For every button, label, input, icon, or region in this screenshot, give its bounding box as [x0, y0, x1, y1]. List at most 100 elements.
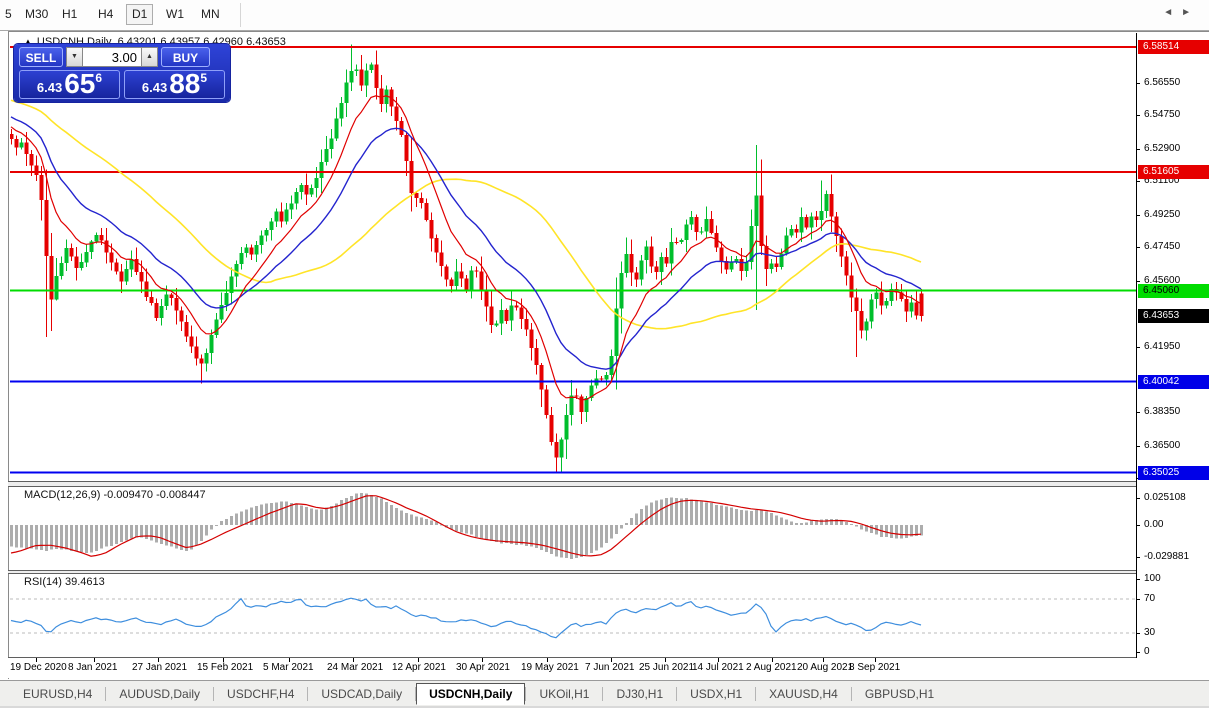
chart-tab-usdx[interactable]: USDX,H1 [677, 683, 755, 705]
rsi-axis-label: 100 [1144, 573, 1161, 584]
date-tick [772, 658, 773, 662]
rsi-axis-label: 70 [1144, 593, 1156, 604]
date-tick [823, 658, 824, 662]
tab-scroll-nav: ◄► [1163, 7, 1199, 18]
price-tick-label: 6.36500 [1144, 439, 1181, 451]
axis-tick [1137, 280, 1140, 282]
timeframe-button-h4[interactable]: H4 [93, 5, 118, 24]
date-tick [482, 658, 483, 662]
price-level-badge: 6.40042 [1138, 374, 1209, 389]
macd-panel[interactable]: MACD(12,26,9) -0.009470 -0.008447 [10, 487, 1136, 570]
timeframe-button-h1[interactable]: H1 [57, 5, 82, 24]
tab-scroll-left-icon[interactable]: ◄ [1163, 7, 1181, 18]
chart-tab-usdcnh[interactable]: USDCNH,Daily [416, 683, 526, 705]
sell-price-sup: 6 [95, 71, 103, 85]
sell-price-main: 65 [64, 68, 96, 99]
price-tick-label: 6.41950 [1144, 341, 1181, 353]
timeframe-button-m30[interactable]: M30 [20, 5, 53, 24]
date-tick [289, 658, 290, 662]
date-tick [223, 658, 224, 662]
axis-tick [1137, 445, 1140, 447]
date-tick [158, 658, 159, 662]
one-click-trade-panel: SELL ▼ ▲ BUY 6.43 65 6 6.43 88 5 [14, 44, 230, 102]
price-tick-label: 6.47450 [1144, 241, 1181, 253]
date-tick-label: 30 Apr 2021 [456, 662, 510, 673]
macd-label: MACD(12,26,9) -0.009470 -0.008447 [24, 489, 206, 501]
buy-button[interactable]: BUY [161, 47, 210, 67]
date-tick-label: 20 Aug 2021 [797, 662, 854, 673]
volume-decrease-button[interactable]: ▼ [66, 47, 83, 67]
sell-price-prefix: 6.43 [36, 80, 63, 95]
main-chart-canvas[interactable]: ▲ USDCNH,Daily 6.43201 6.43957 6.42960 6.… [10, 33, 1136, 481]
date-tick [94, 658, 95, 662]
price-level-badge: 6.45060 [1138, 283, 1209, 298]
date-tick-label: 2 Aug 2021 [746, 662, 797, 673]
axis-tick [1137, 412, 1140, 414]
macd-axis-label: 0.025108 [1144, 491, 1186, 503]
timeframe-button-d1[interactable]: D1 [126, 4, 154, 25]
axis-tick [1137, 599, 1140, 600]
date-tick-label: 8 Sep 2021 [849, 662, 901, 673]
date-tick [718, 658, 719, 662]
timeframe-button-5[interactable]: 5 [0, 5, 17, 24]
price-level-badge: 6.58514 [1138, 40, 1209, 54]
price-axis[interactable]: 6.56550 6.54750 6.52900 6.51100 6.49250 6.474… [1136, 33, 1209, 658]
chart-tab-xauusd[interactable]: XAUUSD,H4 [756, 683, 851, 705]
date-tick [875, 658, 876, 662]
chart-tab-gbpusd[interactable]: GBPUSD,H1 [852, 683, 947, 705]
date-tick [547, 658, 548, 662]
chart-tab-ukoil[interactable]: UKOil,H1 [526, 683, 602, 705]
chart-tab-usdchf[interactable]: USDCHF,H4 [214, 683, 307, 705]
symbol-tabbar: EURUSD,H4 AUDUSD,Daily USDCHF,H4 USDCAD,Dai… [0, 680, 1209, 707]
rsi-label: RSI(14) 39.4613 [24, 576, 105, 588]
axis-tick [1137, 497, 1140, 499]
price-tick-label: 6.54750 [1144, 109, 1181, 121]
axis-tick [1137, 525, 1140, 526]
chart-tab-eurusd[interactable]: EURUSD,H4 [10, 683, 105, 705]
date-tick [665, 658, 666, 662]
price-level-badge: 6.51605 [1138, 165, 1209, 180]
timeframe-button-mn[interactable]: MN [196, 5, 225, 24]
axis-tick [1137, 181, 1140, 183]
price-tick-label: 6.38350 [1144, 406, 1181, 418]
date-tick-label: 27 Jan 2021 [132, 662, 188, 673]
date-tick-label: 19 May 2021 [521, 662, 579, 673]
date-tick-label: 7 Jun 2021 [585, 662, 635, 673]
rsi-panel[interactable]: RSI(14) 39.4613 [10, 574, 1136, 657]
spinner-up-icon: ▲ [146, 53, 153, 60]
date-tick [36, 658, 37, 662]
buy-price-sup: 5 [200, 71, 208, 85]
timeframe-button-w1[interactable]: W1 [161, 5, 189, 24]
date-tick-label: 15 Feb 2021 [197, 662, 254, 673]
axis-tick [1137, 347, 1140, 349]
toolbar-separator [240, 3, 241, 27]
sell-price-button[interactable]: 6.43 65 6 [19, 70, 120, 99]
macd-axis-label: 0.00 [1144, 519, 1164, 530]
sell-button[interactable]: SELL [19, 47, 63, 67]
axis-tick [1137, 148, 1140, 150]
date-tick [611, 658, 612, 662]
spinner-down-icon: ▼ [71, 53, 78, 60]
tab-scroll-right-icon[interactable]: ► [1181, 7, 1199, 18]
date-axis[interactable]: 19 Dec 2020 8 Jan 2021 27 Jan 2021 15 Feb 2… [8, 658, 1136, 678]
date-tick-label: 19 Dec 2020 [10, 662, 67, 673]
date-tick-label: 25 Jun 2021 [639, 662, 695, 673]
date-tick [353, 658, 354, 662]
chart-tab-dj30[interactable]: DJ30,H1 [603, 683, 676, 705]
price-tick-label: 6.56550 [1144, 76, 1181, 88]
axis-tick [1137, 214, 1140, 216]
macd-axis-label: -0.029881 [1144, 551, 1190, 563]
date-tick-label: 5 Mar 2021 [263, 662, 314, 673]
buy-price-button[interactable]: 6.43 88 5 [124, 70, 225, 99]
current-price-badge: 6.43653 [1138, 309, 1209, 324]
chart-tab-audusd[interactable]: AUDUSD,Daily [106, 683, 213, 705]
date-tick-label: 14 Jul 2021 [692, 662, 744, 673]
chart-tab-usdcad[interactable]: USDCAD,Daily [308, 683, 415, 705]
rsi-axis-label: 0 [1144, 646, 1150, 657]
application-window: 5 M30 H1 H4 D1 W1 MN ▲ USDCNH,Daily 6.43201 6.4… [0, 0, 1209, 708]
volume-input[interactable] [83, 47, 141, 67]
axis-tick [1137, 247, 1140, 249]
axis-tick [1137, 115, 1140, 117]
volume-increase-button[interactable]: ▲ [141, 47, 158, 67]
date-tick [418, 658, 419, 662]
